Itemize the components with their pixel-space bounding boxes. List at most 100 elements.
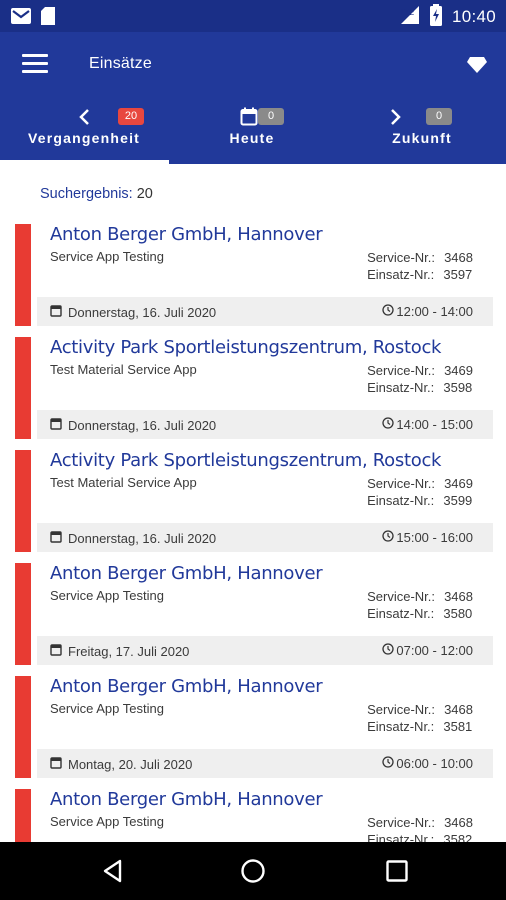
numbers: Service-Nr.: 3469 Einsatz-Nr.: 3599 bbox=[367, 475, 473, 509]
einsatz-nr-label: Einsatz-Nr.: bbox=[367, 832, 435, 842]
einsatz-nr-label: Einsatz-Nr.: bbox=[367, 606, 435, 621]
status-bar-indicator bbox=[15, 224, 31, 326]
time-range: 14:00 - 15:00 bbox=[396, 417, 473, 432]
battery-icon bbox=[429, 4, 443, 30]
tab-label: Zukunft bbox=[392, 130, 452, 146]
service-nr-label: Service-Nr.: bbox=[367, 363, 435, 378]
einsatz-list[interactable]: Suchergebnis: 20 Anton Berger GmbH, Hanno… bbox=[0, 164, 506, 842]
subtitle: Service App Testing bbox=[50, 814, 164, 829]
date: Montag, 20. Juli 2020 bbox=[68, 756, 193, 772]
numbers: Service-Nr.: 3468 Einsatz-Nr.: 3582 bbox=[367, 814, 473, 842]
calendar-icon bbox=[50, 756, 62, 772]
company-name: Activity Park Sportleistungszentrum, Ros… bbox=[50, 337, 442, 358]
home-icon[interactable] bbox=[240, 858, 266, 884]
chevron-left-icon bbox=[78, 108, 90, 130]
clock-icon bbox=[382, 417, 395, 432]
tab-badge-vergangenheit: 20 bbox=[118, 108, 144, 125]
einsatz-nr: 3580 bbox=[443, 606, 473, 621]
calendar-icon bbox=[50, 530, 62, 546]
tab-zukunft[interactable]: 0 Zukunft bbox=[338, 100, 506, 164]
service-nr: 3468 bbox=[444, 589, 473, 604]
service-nr: 3468 bbox=[444, 702, 473, 717]
service-nr-label: Service-Nr.: bbox=[367, 589, 435, 604]
back-icon[interactable] bbox=[100, 858, 126, 884]
tab-badge-zukunft: 0 bbox=[426, 108, 452, 125]
company-name: Anton Berger GmbH, Hannover bbox=[50, 676, 323, 697]
recents-icon[interactable] bbox=[384, 858, 410, 884]
card-footer: Montag, 20. Juli 2020 06:00 - 10:00 bbox=[37, 749, 493, 778]
subtitle: Test Material Service App bbox=[50, 362, 197, 377]
tab-badge-heute: 0 bbox=[258, 108, 284, 125]
tab-label: Vergangenheit bbox=[27, 130, 141, 146]
clock-icon bbox=[382, 643, 395, 658]
list-item[interactable]: Anton Berger GmbH, Hannover Service App … bbox=[15, 563, 493, 665]
calendar-icon bbox=[50, 643, 62, 659]
date: Donnerstag, 16. Juli 2020 bbox=[68, 530, 217, 546]
list-item[interactable]: Anton Berger GmbH, Hannover Service App … bbox=[15, 224, 493, 326]
company-name: Anton Berger GmbH, Hannover bbox=[50, 789, 323, 810]
service-nr-label: Service-Nr.: bbox=[367, 702, 435, 717]
status-bar-indicator bbox=[15, 563, 31, 665]
list-item[interactable]: Anton Berger GmbH, Hannover Service App … bbox=[15, 676, 493, 778]
date: Freitag, 17. Juli 2020 bbox=[68, 643, 190, 659]
company-name: Anton Berger GmbH, Hannover bbox=[50, 224, 323, 245]
service-nr-label: Service-Nr.: bbox=[367, 476, 435, 491]
status-bar-indicator bbox=[15, 337, 31, 439]
status-bar: LTE 10:40 bbox=[0, 0, 506, 32]
tab-bar: 20 Vergangenheit 0 Heute 0 Zukunft bbox=[0, 100, 506, 164]
numbers: Service-Nr.: 3469 Einsatz-Nr.: 3598 bbox=[367, 362, 473, 396]
list-item[interactable]: Activity Park Sportleistungszentrum, Ros… bbox=[15, 337, 493, 439]
card-footer: Donnerstag, 16. Juli 2020 15:00 - 16:00 bbox=[37, 523, 493, 552]
chevron-right-icon bbox=[390, 108, 402, 130]
tab-label: Heute bbox=[229, 130, 275, 146]
einsatz-nr-label: Einsatz-Nr.: bbox=[367, 493, 435, 508]
tab-heute[interactable]: 0 Heute bbox=[168, 100, 336, 164]
einsatz-nr: 3598 bbox=[443, 380, 473, 395]
calendar-icon bbox=[50, 304, 62, 320]
list-item[interactable]: Activity Park Sportleistungszentrum, Ros… bbox=[15, 450, 493, 552]
numbers: Service-Nr.: 3468 Einsatz-Nr.: 3580 bbox=[367, 588, 473, 622]
clock-icon bbox=[382, 304, 395, 319]
service-nr-label: Service-Nr.: bbox=[367, 815, 435, 830]
clock-icon bbox=[382, 756, 395, 771]
status-bar-indicator bbox=[15, 676, 31, 778]
einsatz-nr-label: Einsatz-Nr.: bbox=[367, 267, 435, 282]
card-footer: Donnerstag, 16. Juli 2020 12:00 - 14:00 bbox=[37, 297, 493, 326]
einsatz-nr: 3582 bbox=[443, 832, 473, 842]
einsatz-nr: 3581 bbox=[443, 719, 473, 734]
card-footer: Freitag, 17. Juli 2020 07:00 - 12:00 bbox=[37, 636, 493, 665]
einsatz-nr-label: Einsatz-Nr.: bbox=[367, 719, 435, 734]
date: Donnerstag, 16. Juli 2020 bbox=[68, 304, 217, 320]
calendar-icon bbox=[240, 107, 258, 130]
gmail-icon bbox=[10, 7, 32, 29]
time-range: 06:00 - 10:00 bbox=[396, 756, 473, 771]
service-nr: 3468 bbox=[444, 815, 473, 830]
list-item[interactable]: Anton Berger GmbH, Hannover Service App … bbox=[15, 789, 493, 842]
date: Donnerstag, 16. Juli 2020 bbox=[68, 417, 217, 433]
service-nr: 3469 bbox=[444, 476, 473, 491]
page-title: Einsätze bbox=[89, 55, 152, 72]
hamburger-menu-icon[interactable] bbox=[22, 54, 48, 76]
einsatz-nr: 3599 bbox=[443, 493, 473, 508]
service-nr-label: Service-Nr.: bbox=[367, 250, 435, 265]
result-label: Suchergebnis: bbox=[40, 186, 133, 202]
tab-vergangenheit[interactable]: 20 Vergangenheit bbox=[0, 100, 168, 164]
time-range: 12:00 - 14:00 bbox=[396, 304, 473, 319]
diamond-icon[interactable] bbox=[466, 56, 488, 74]
numbers: Service-Nr.: 3468 Einsatz-Nr.: 3597 bbox=[367, 249, 473, 283]
einsatz-nr-label: Einsatz-Nr.: bbox=[367, 380, 435, 395]
card-footer: Donnerstag, 16. Juli 2020 14:00 - 15:00 bbox=[37, 410, 493, 439]
result-count: Suchergebnis: 20 bbox=[40, 186, 153, 202]
app-bar: Einsätze bbox=[0, 32, 506, 100]
signal-icon: LTE bbox=[398, 5, 420, 29]
status-bar-indicator bbox=[15, 789, 31, 842]
subtitle: Service App Testing bbox=[50, 249, 164, 264]
subtitle: Service App Testing bbox=[50, 588, 164, 603]
numbers: Service-Nr.: 3468 Einsatz-Nr.: 3581 bbox=[367, 701, 473, 735]
time-range: 15:00 - 16:00 bbox=[396, 530, 473, 545]
status-bar-indicator bbox=[15, 450, 31, 552]
clock-icon bbox=[382, 530, 395, 545]
subtitle: Service App Testing bbox=[50, 701, 164, 716]
service-nr: 3469 bbox=[444, 363, 473, 378]
company-name: Anton Berger GmbH, Hannover bbox=[50, 563, 323, 584]
